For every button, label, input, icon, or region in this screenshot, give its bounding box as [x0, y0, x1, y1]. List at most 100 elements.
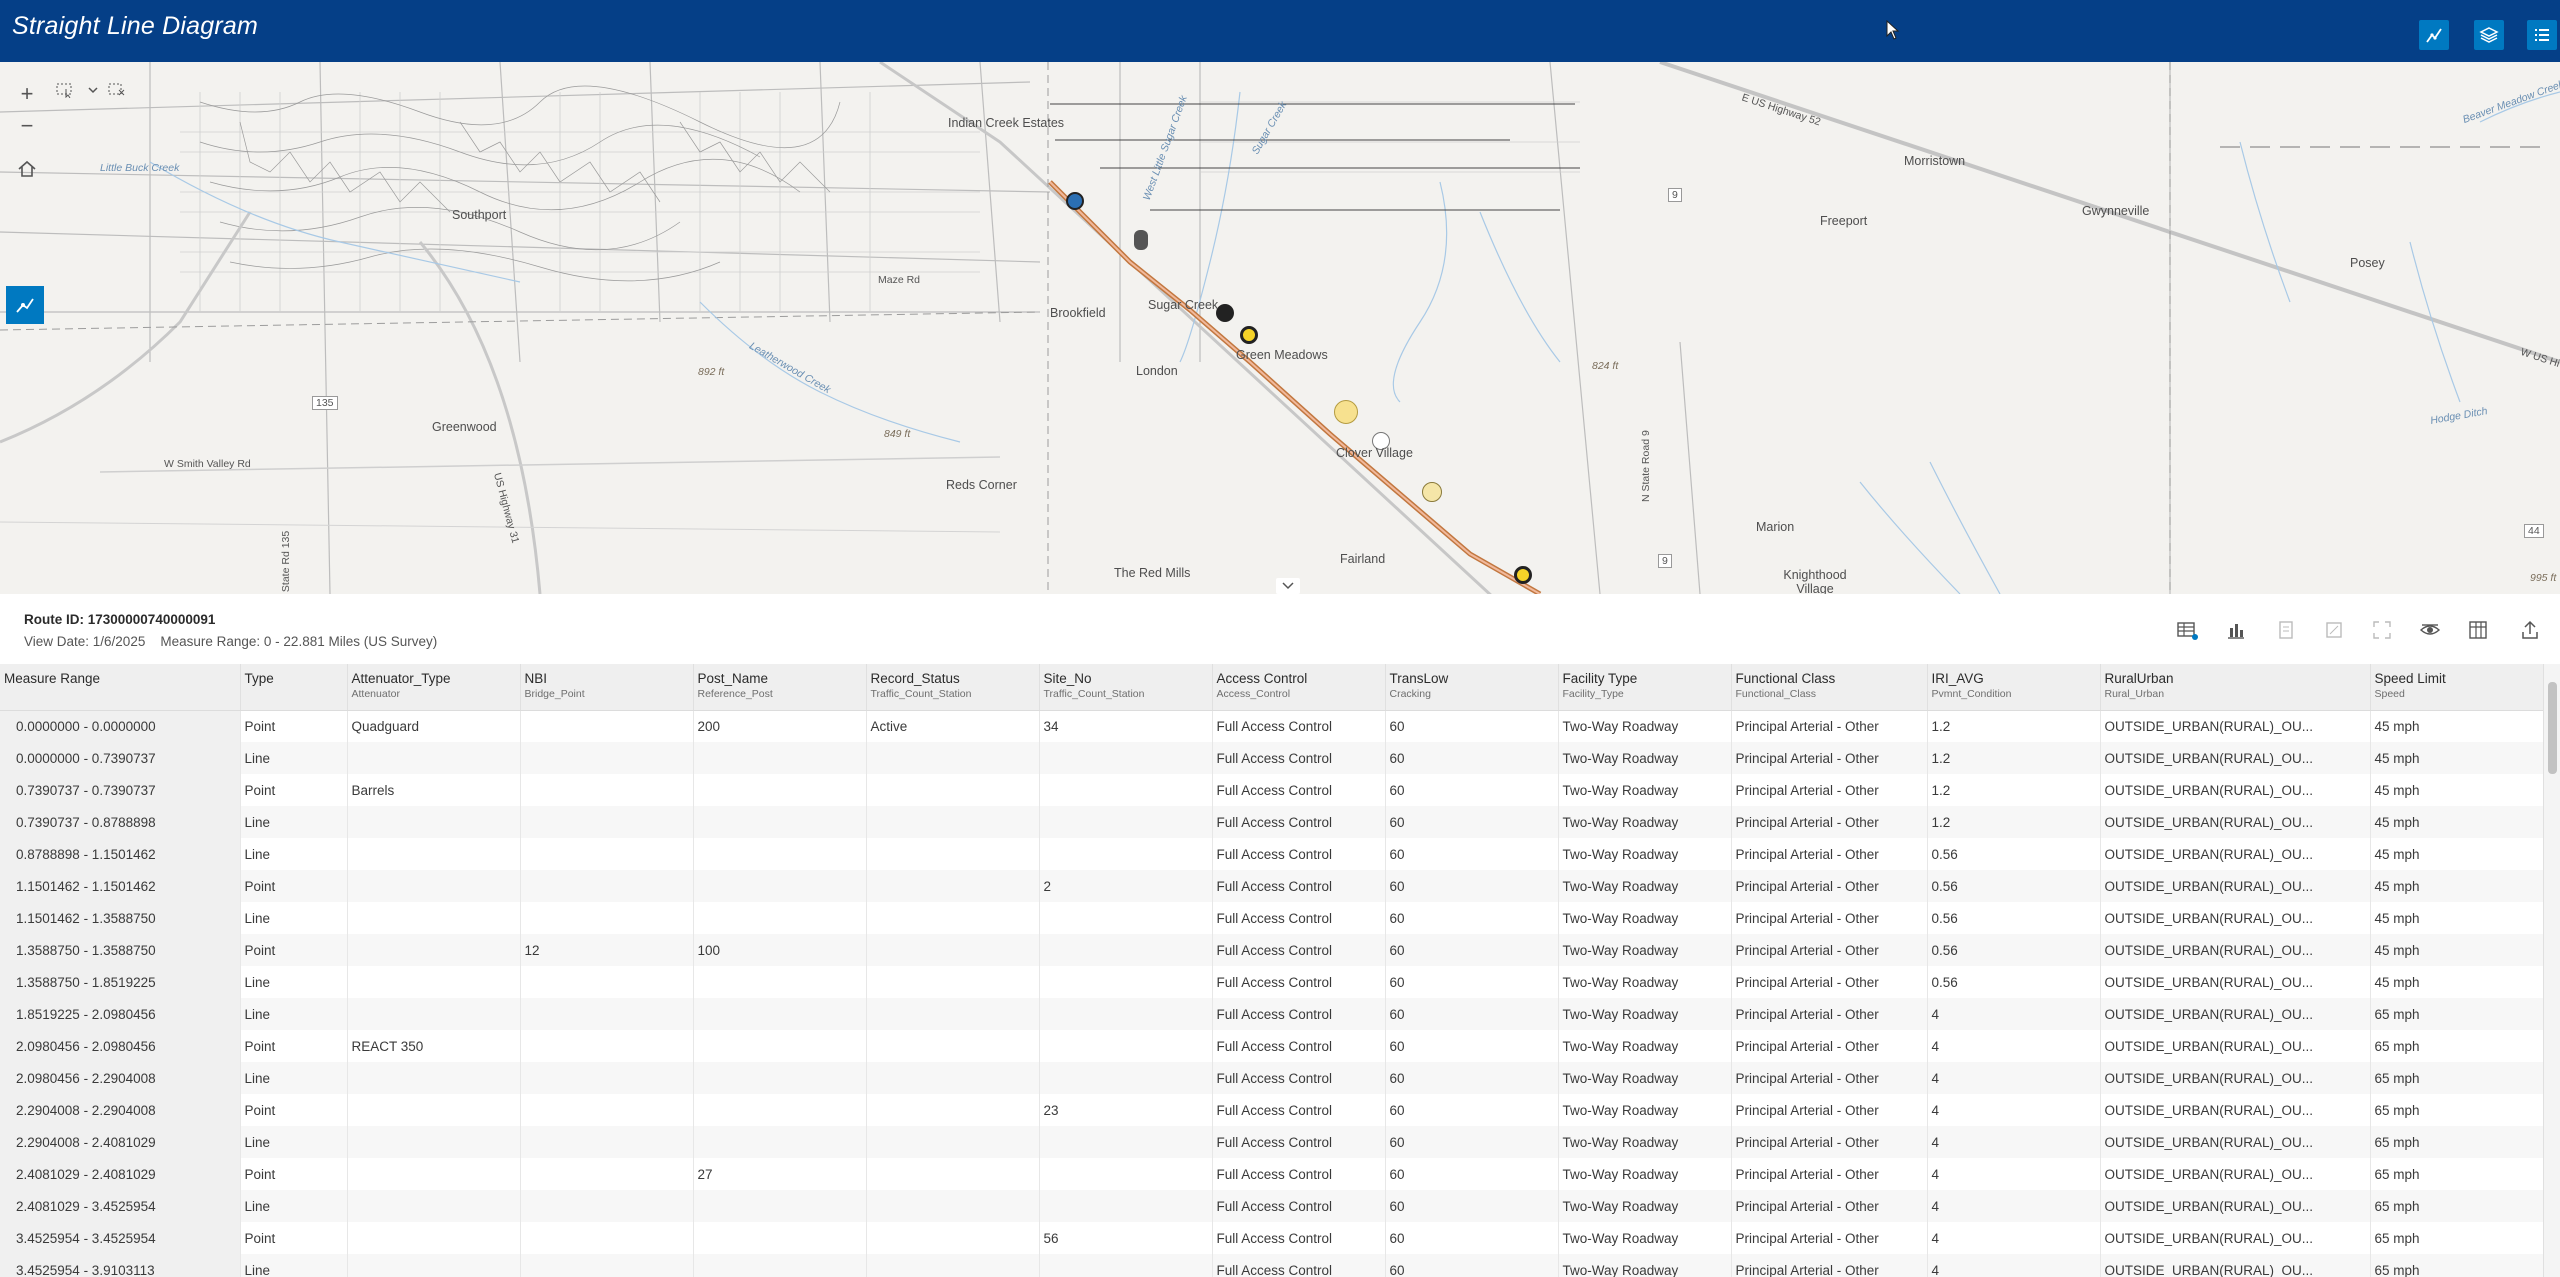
table-row[interactable]: 2.0980456 - 2.2904008 Line Full Access Con…: [0, 1062, 2544, 1094]
table-cell: 2.2904008 - 2.2904008: [0, 1094, 241, 1126]
table-scrollbar[interactable]: [2543, 664, 2560, 1277]
table-cell: 60: [1385, 902, 1559, 934]
home-icon[interactable]: [16, 158, 38, 180]
select-icon[interactable]: [56, 82, 78, 98]
document-icon[interactable]: [2274, 618, 2298, 642]
table-row[interactable]: 0.7390737 - 0.8788898 Line Full Access Con…: [0, 806, 2544, 838]
table-row[interactable]: 1.8519225 - 2.0980456 Line Full Access Con…: [0, 998, 2544, 1030]
route-marker[interactable]: [1216, 304, 1234, 322]
table-cell: [866, 902, 1040, 934]
column-header[interactable]: NBI Bridge_Point: [520, 664, 694, 711]
column-header[interactable]: IRI_AVG Pvmnt_Condition: [1927, 664, 2101, 711]
layers-button[interactable]: [2474, 20, 2504, 50]
route-marker[interactable]: [1514, 566, 1532, 584]
chevron-down-icon[interactable]: [88, 85, 98, 95]
table-cell: 1.2: [1927, 806, 2101, 838]
table-row[interactable]: 1.3588750 - 1.8519225 Line Full Access Con…: [0, 966, 2544, 998]
table-view-icon[interactable]: [2175, 618, 2199, 642]
chart-view-icon[interactable]: [2224, 618, 2248, 642]
zoom-out-button[interactable]: −: [8, 110, 46, 142]
table-cell: OUTSIDE_URBAN(RURAL)_OU...: [2100, 1030, 2371, 1062]
visibility-icon[interactable]: [2418, 618, 2442, 642]
table-cell: [347, 1126, 521, 1158]
table-row[interactable]: 0.7390737 - 0.7390737 Point Barrels Full Ac…: [0, 774, 2544, 806]
expand-icon[interactable]: [2370, 618, 2394, 642]
table-cell: Full Access Control: [1212, 1094, 1386, 1126]
table-cell: Full Access Control: [1212, 838, 1386, 870]
table-row[interactable]: 2.2904008 - 2.4081029 Line Full Access Con…: [0, 1126, 2544, 1158]
table-cell: Principal Arterial - Other: [1731, 1190, 1928, 1222]
list-button[interactable]: [2527, 20, 2557, 50]
sld-tool-button[interactable]: [6, 286, 44, 324]
table-cell: [693, 966, 867, 998]
table-row[interactable]: 2.4081029 - 2.4081029 Point 27 Full Access …: [0, 1158, 2544, 1190]
table-cell: Line: [240, 902, 348, 934]
table-cell: [1039, 1030, 1213, 1062]
table-cell: 45 mph: [2370, 710, 2544, 742]
table-cell: Quadguard: [347, 710, 521, 742]
column-header[interactable]: Speed Limit Speed: [2370, 664, 2544, 711]
table-cell: 45 mph: [2370, 902, 2544, 934]
route-marker[interactable]: [1066, 192, 1084, 210]
table-row[interactable]: 1.3588750 - 1.3588750 Point 12 100 Full Acce…: [0, 934, 2544, 966]
table-cell: Full Access Control: [1212, 1062, 1386, 1094]
table-cell: 60: [1385, 1190, 1559, 1222]
table-cell: 60: [1385, 838, 1559, 870]
table-cell: [347, 838, 521, 870]
table-cell: Two-Way Roadway: [1558, 838, 1732, 870]
table-cell: [1039, 1190, 1213, 1222]
route-marker[interactable]: [1240, 326, 1258, 344]
column-header[interactable]: Access Control Access_Control: [1212, 664, 1386, 711]
table-row[interactable]: 2.2904008 - 2.2904008 Point 23 Full Access …: [0, 1094, 2544, 1126]
table-row[interactable]: 3.4525954 - 3.4525954 Point 56 Full Access …: [0, 1222, 2544, 1254]
table-row[interactable]: 1.1501462 - 1.3588750 Line Full Access Con…: [0, 902, 2544, 934]
table-header-row: Measure Range Type Attenuator_Type Attenuat…: [0, 664, 2544, 711]
column-subtitle: Traffic_Count_Station: [870, 688, 972, 700]
table-row[interactable]: 0.0000000 - 0.0000000 Point Quadguard 200 Ac…: [0, 710, 2544, 742]
table-row[interactable]: 3.4525954 - 3.9103113 Line Full Access Con…: [0, 1254, 2544, 1277]
column-header[interactable]: Measure Range: [0, 664, 241, 711]
table-cell: [347, 902, 521, 934]
table-cell: [347, 1190, 521, 1222]
column-header[interactable]: Site_No Traffic_Count_Station: [1039, 664, 1213, 711]
table-row[interactable]: 0.8788898 - 1.1501462 Line Full Access Con…: [0, 838, 2544, 870]
sld-chart-button[interactable]: [2419, 20, 2449, 50]
table-cell: 65 mph: [2370, 1158, 2544, 1190]
map-view[interactable]: Indian Creek Estates Southport Brookfiel…: [0, 62, 2560, 594]
clear-selection-icon[interactable]: [108, 82, 126, 98]
column-header[interactable]: Functional Class Functional_Class: [1731, 664, 1928, 711]
export-icon[interactable]: [2518, 618, 2542, 642]
column-title: NBI: [524, 671, 548, 686]
table-cell: [866, 1126, 1040, 1158]
table-cell: Line: [240, 1190, 348, 1222]
route-marker[interactable]: [1134, 230, 1148, 250]
collapse-map-button[interactable]: [1276, 578, 1300, 594]
table-row[interactable]: 0.0000000 - 0.7390737 Line Full Access Con…: [0, 742, 2544, 774]
table-cell: 45 mph: [2370, 870, 2544, 902]
column-header[interactable]: Post_Name Reference_Post: [693, 664, 867, 711]
zoom-to-selection-icon[interactable]: [2322, 618, 2346, 642]
column-header[interactable]: Type: [240, 664, 348, 711]
table-cell: [866, 1158, 1040, 1190]
table-cell: 60: [1385, 1030, 1559, 1062]
zoom-in-button[interactable]: +: [8, 78, 46, 110]
table-cell: 0.56: [1927, 838, 2101, 870]
map-label: 824 ft: [1592, 360, 1619, 372]
table-row[interactable]: 2.0980456 - 2.0980456 Point REACT 350 Full …: [0, 1030, 2544, 1062]
table-row[interactable]: 2.4081029 - 3.4525954 Line Full Access Con…: [0, 1190, 2544, 1222]
table-cell: [520, 1094, 694, 1126]
column-header[interactable]: RuralUrban Rural_Urban: [2100, 664, 2371, 711]
route-marker[interactable]: [1334, 400, 1358, 424]
scrollbar-thumb[interactable]: [2548, 682, 2557, 774]
column-header[interactable]: Facility Type Facility_Type: [1558, 664, 1732, 711]
route-marker[interactable]: [1422, 482, 1442, 502]
column-header[interactable]: Attenuator_Type Attenuator: [347, 664, 521, 711]
column-header[interactable]: Record_Status Traffic_Count_Station: [866, 664, 1040, 711]
table-cell: Full Access Control: [1212, 998, 1386, 1030]
columns-icon[interactable]: [2466, 618, 2490, 642]
route-tool-icon: [16, 298, 34, 313]
table-row[interactable]: 1.1501462 - 1.1501462 Point 2 Full Access C…: [0, 870, 2544, 902]
column-header[interactable]: TransLow Cracking: [1385, 664, 1559, 711]
table-cell: Two-Way Roadway: [1558, 1126, 1732, 1158]
table-cell: Full Access Control: [1212, 1126, 1386, 1158]
